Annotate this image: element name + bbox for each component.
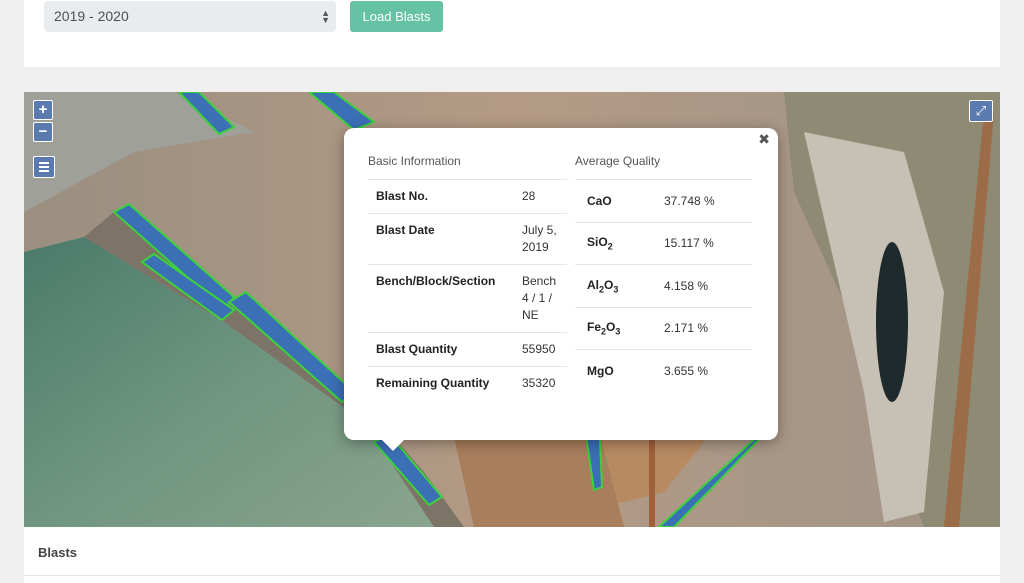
load-blasts-button[interactable]: Load Blasts	[350, 1, 443, 32]
info-row: Blast No. 28	[368, 180, 567, 214]
blast-info-popup: ✖ Basic Information Blast No. 28 Blast D…	[344, 128, 778, 451]
quality-row: CaO 37.748 %	[575, 180, 752, 223]
layers-menu-button[interactable]	[33, 156, 55, 178]
average-quality-section: Average Quality CaO 37.748 % SiO2 15.117…	[575, 154, 752, 393]
menu-icon	[39, 162, 49, 164]
zoom-in-button[interactable]: +	[33, 100, 53, 120]
zoom-control: + −	[33, 100, 55, 143]
select-arrows-icon: ▲ ▼	[321, 8, 330, 25]
blasts-title: Blasts	[38, 545, 78, 560]
map-view[interactable]: + − ⤢ ✖ Basic Information Blast No. 28 B…	[24, 92, 1000, 527]
info-row: Remaining Quantity 35320	[376, 376, 556, 390]
chem-label: Fe2O3	[587, 320, 621, 337]
popup-pointer	[381, 439, 405, 451]
info-row: Blast Date July 5, 2019	[368, 214, 567, 265]
chem-label: SiO2	[587, 235, 613, 252]
divider	[24, 575, 1000, 576]
blasts-panel: Blasts	[24, 527, 1000, 583]
fullscreen-button[interactable]: ⤢	[969, 100, 993, 122]
season-select-value: 2019 - 2020	[54, 8, 129, 24]
info-row: Bench/Block/Section Bench 4 / 1 / NE	[368, 265, 567, 333]
basic-information-section: Basic Information Blast No. 28 Blast Dat…	[368, 154, 567, 400]
quality-row: Fe2O3 2.171 %	[575, 308, 752, 350]
chem-label: Al2O3	[587, 277, 619, 294]
quality-row: MgO 3.655 %	[587, 364, 709, 379]
season-select[interactable]: 2019 - 2020 ▲ ▼	[44, 1, 336, 32]
quality-row: Al2O3 4.158 %	[575, 265, 752, 308]
info-row: Blast Quantity 55950	[368, 333, 567, 367]
quality-row: SiO2 15.117 %	[575, 223, 752, 265]
section-title: Average Quality	[575, 154, 752, 180]
chem-label: MgO	[587, 364, 614, 379]
filter-card: 2019 - 2020 ▲ ▼ Load Blasts	[24, 0, 1000, 67]
expand-icon: ⤢	[975, 103, 987, 118]
section-title: Basic Information	[368, 154, 567, 180]
close-icon[interactable]: ✖	[758, 131, 770, 148]
chem-label: CaO	[587, 193, 612, 208]
zoom-out-button[interactable]: −	[33, 122, 53, 142]
